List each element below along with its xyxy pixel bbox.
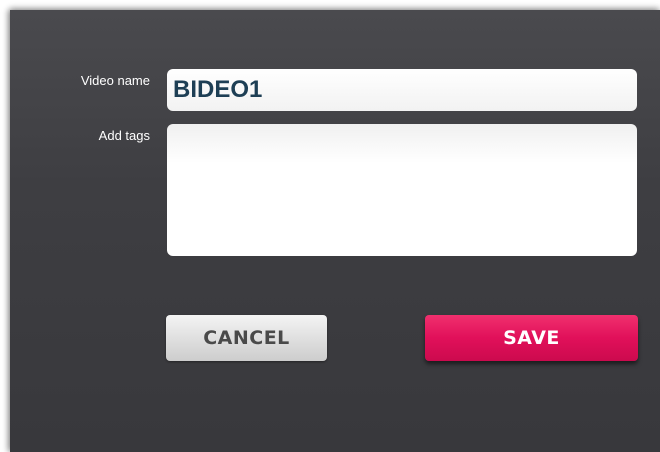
video-name-input[interactable] (167, 69, 637, 111)
save-button[interactable]: SAVE (425, 315, 638, 361)
tags-textarea[interactable] (167, 124, 637, 256)
video-name-label: Video name (80, 73, 150, 88)
edit-video-dialog: Video name Add tags CANCEL SAVE (10, 10, 660, 452)
tags-label: Add tags (98, 128, 150, 143)
cancel-button[interactable]: CANCEL (166, 315, 327, 361)
